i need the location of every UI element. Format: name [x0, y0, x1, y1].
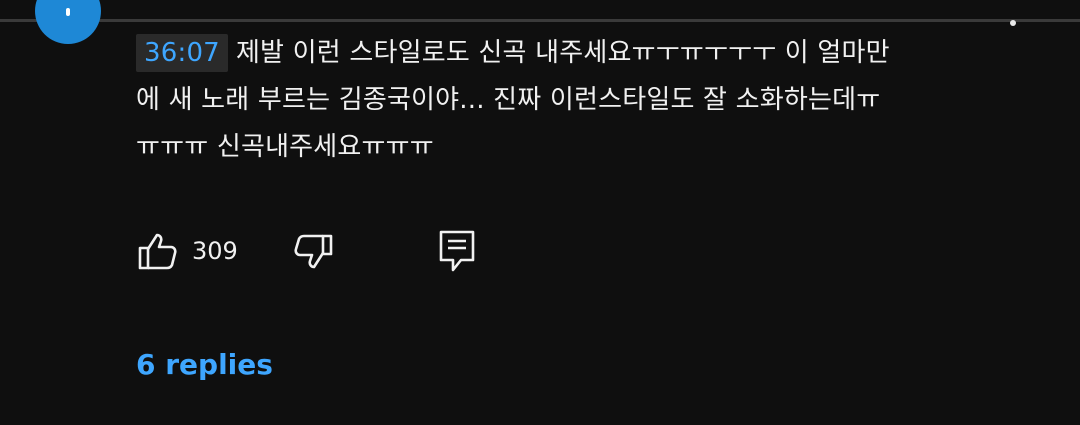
comment-line-2: 에 새 노래 부르는 김종국이야... 진짜 이런스타일도 잘 소화하는데ㅠ: [136, 85, 881, 115]
avatar-glyph: [66, 8, 70, 16]
comment-body: 36:07 제발 이런 스타일로도 신곡 내주세요ㅠㅜㅠㅜㅜㅜ 이 얼마만 에 새…: [136, 30, 1036, 171]
timestamp-link[interactable]: 36:07: [136, 34, 228, 72]
like-count: 309: [192, 237, 238, 265]
like-button[interactable]: 309: [136, 228, 238, 274]
dislike-button[interactable]: [293, 228, 335, 274]
divider: [0, 19, 1080, 22]
thumbs-up-icon: [136, 230, 178, 272]
avatar[interactable]: [35, 0, 101, 44]
thumbs-down-icon: [293, 230, 335, 272]
view-replies-button[interactable]: 6 replies: [136, 348, 273, 381]
comment-line-1: 36:07 제발 이런 스타일로도 신곡 내주세요ㅠㅜㅠㅜㅜㅜ 이 얼마만: [136, 30, 1036, 77]
reply-comment-icon: [437, 229, 477, 273]
reply-button[interactable]: [437, 228, 477, 274]
comment-text-segment: 제발 이런 스타일로도 신곡 내주세요ㅠㅜㅠㅜㅜㅜ 이 얼마만: [235, 38, 890, 68]
comment-line-3: ㅠㅠㅠ 신곡내주세요ㅠㅠㅠ: [136, 132, 434, 162]
